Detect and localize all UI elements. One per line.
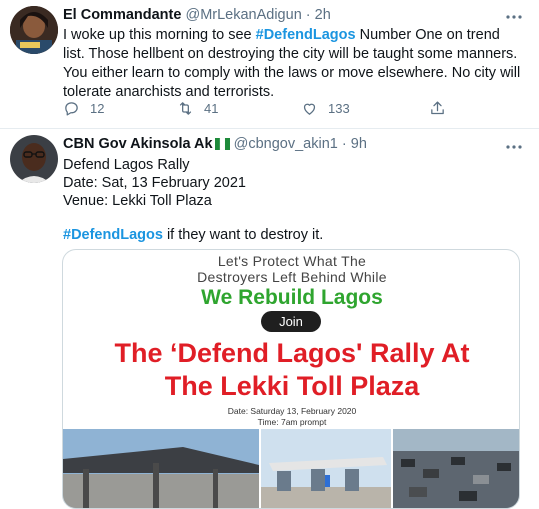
- poster-text-line: Let's Protect What The: [217, 253, 367, 269]
- tweet-text-part: if they want to destroy it.: [162, 227, 324, 243]
- tweet-line: Venue: Lekki Toll Plaza: [63, 193, 212, 209]
- tweet-2[interactable]: CBN Gov Akinsola Ak @cbngov_akin1 · 9h D…: [0, 0, 539, 509]
- separator-dot: ·: [341, 136, 347, 152]
- poster-date: Date: Saturday 13, February 2020: [227, 406, 357, 416]
- author-name[interactable]: CBN Gov Akinsola Ak: [63, 136, 213, 152]
- tweet-header: CBN Gov Akinsola Ak @cbngov_akin1 · 9h: [63, 135, 367, 155]
- poster-headline-red: The Lekki Toll Plaza: [164, 371, 420, 401]
- toll-plaza-photos: [63, 429, 519, 508]
- more-icon[interactable]: [505, 138, 523, 156]
- tweet-line: Date: Sat, 13 February 2021: [63, 175, 246, 191]
- avatar[interactable]: [10, 135, 58, 183]
- tweet-line: Defend Lagos Rally: [63, 157, 190, 173]
- hashtag-link[interactable]: #DefendLagos: [63, 227, 163, 243]
- poster-headline-red: The ‘Defend Lagos' Rally At: [114, 338, 470, 368]
- tweet-hashtag-line: #DefendLagos if they want to destroy it.: [63, 226, 323, 244]
- nigeria-flag-icon: [214, 137, 230, 155]
- poster-join-badge: Join: [261, 311, 321, 332]
- poster-headline-green: We Rebuild Lagos: [201, 286, 383, 309]
- tweet-time[interactable]: 9h: [351, 136, 367, 152]
- avatar-photo: [10, 135, 58, 183]
- media-image[interactable]: Let's Protect What The Destroyers Left B…: [62, 249, 520, 509]
- poster-time: Time: 7am prompt: [257, 417, 327, 427]
- poster-text-line: Destroyers Left Behind While: [197, 269, 387, 285]
- author-handle[interactable]: @cbngov_akin1: [234, 136, 338, 152]
